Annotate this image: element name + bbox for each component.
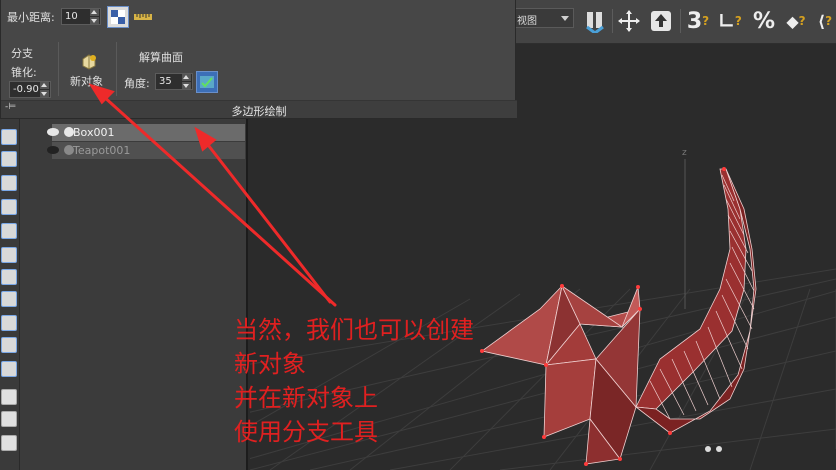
polygon-mesh (481, 168, 757, 465)
angle-spinner[interactable]: 35 (155, 73, 193, 90)
taper-spinner[interactable]: -0.90 (9, 81, 51, 98)
list-item[interactable]: Box001 (20, 124, 252, 141)
angle-value: 35 (159, 76, 172, 87)
spinner-down-icon[interactable] (40, 90, 49, 97)
object-name: Box001 (73, 126, 115, 139)
new-object-icon[interactable] (79, 52, 99, 70)
frozen-filter-icon[interactable] (1, 337, 17, 353)
taper-label: 锥化: (11, 66, 37, 79)
bone-filter-icon[interactable] (1, 291, 17, 307)
solve-surface-label: 解算曲面 (139, 51, 183, 64)
ruler-icon[interactable] (132, 6, 154, 28)
min-distance-value: 10 (65, 11, 78, 22)
camera-filter-icon[interactable] (1, 175, 17, 191)
spinner-up-icon[interactable] (182, 74, 191, 81)
spacewarp-filter-icon[interactable] (1, 223, 17, 239)
panel-title: 多边形绘制 (1, 100, 517, 118)
angle-label: 角度: (124, 77, 150, 90)
percent-snap-icon[interactable]: % (750, 8, 778, 34)
scene-explorer: Box001 Teapot001 (20, 119, 248, 470)
snap-toggle-icon[interactable] (582, 8, 608, 34)
list-icon[interactable] (1, 389, 17, 405)
annotation-line: 并在新对象上 (234, 384, 378, 412)
edit-named-selection-icon[interactable]: ⟨? (814, 8, 836, 34)
chevron-down-icon (561, 16, 569, 21)
explorer-toolbar (0, 119, 20, 470)
xref-filter-icon[interactable] (1, 269, 17, 285)
min-distance-spinner[interactable]: 10 (61, 8, 101, 25)
axis-label-z: z (682, 148, 687, 158)
new-object-button[interactable]: 新对象 (70, 73, 103, 89)
annotation-line: 当然，我们也可以创建 (234, 316, 474, 344)
object-name: Teapot001 (73, 144, 131, 157)
angle-snap-icon[interactable]: ∟? (716, 8, 744, 34)
polygon-draw-panel: 最小距离: 10 分支 锥化: -0.90 新对象 解算曲面 角度: 35 多边… (0, 0, 517, 119)
eye-icon[interactable] (47, 128, 59, 136)
solve-surface-button[interactable] (196, 71, 218, 93)
annotation-line: 新对象 (234, 350, 306, 378)
eye-closed-icon[interactable] (47, 146, 59, 154)
min-distance-label: 最小距离: (7, 11, 55, 24)
branch-label: 分支 (11, 47, 33, 60)
spinner-up-icon[interactable] (40, 82, 49, 89)
annotation-line: 使用分支工具 (234, 418, 378, 446)
view-dropdown-label: 视图 (517, 16, 537, 27)
spinner-up-icon[interactable] (90, 9, 99, 16)
spinner-down-icon[interactable] (182, 82, 191, 89)
annotation-text: 当然，我们也可以创建 新对象 并在新对象上 使用分支工具 (234, 313, 474, 449)
snap-3d-icon[interactable]: 3? (684, 8, 712, 34)
spinner-snap-icon[interactable]: ◆? (782, 8, 810, 34)
list-item[interactable]: Teapot001 (20, 142, 252, 159)
pin-icon[interactable]: -⊨ (5, 102, 16, 112)
container-filter-icon[interactable] (1, 315, 17, 331)
group-filter-icon[interactable] (1, 247, 17, 263)
spinner-down-icon[interactable] (90, 17, 99, 24)
layer-icon[interactable] (1, 435, 17, 451)
hidden-filter-icon[interactable] (1, 361, 17, 377)
checker-icon[interactable] (107, 6, 129, 28)
square-icon[interactable] (1, 411, 17, 427)
select-object-icon[interactable] (648, 8, 674, 34)
geometry-filter-icon[interactable] (1, 129, 17, 145)
view-dropdown[interactable]: 视图 (512, 8, 574, 28)
taper-value: -0.90 (13, 84, 39, 95)
light-filter-icon[interactable] (1, 151, 17, 167)
helper-filter-icon[interactable] (1, 199, 17, 215)
move-icon[interactable] (616, 8, 642, 34)
